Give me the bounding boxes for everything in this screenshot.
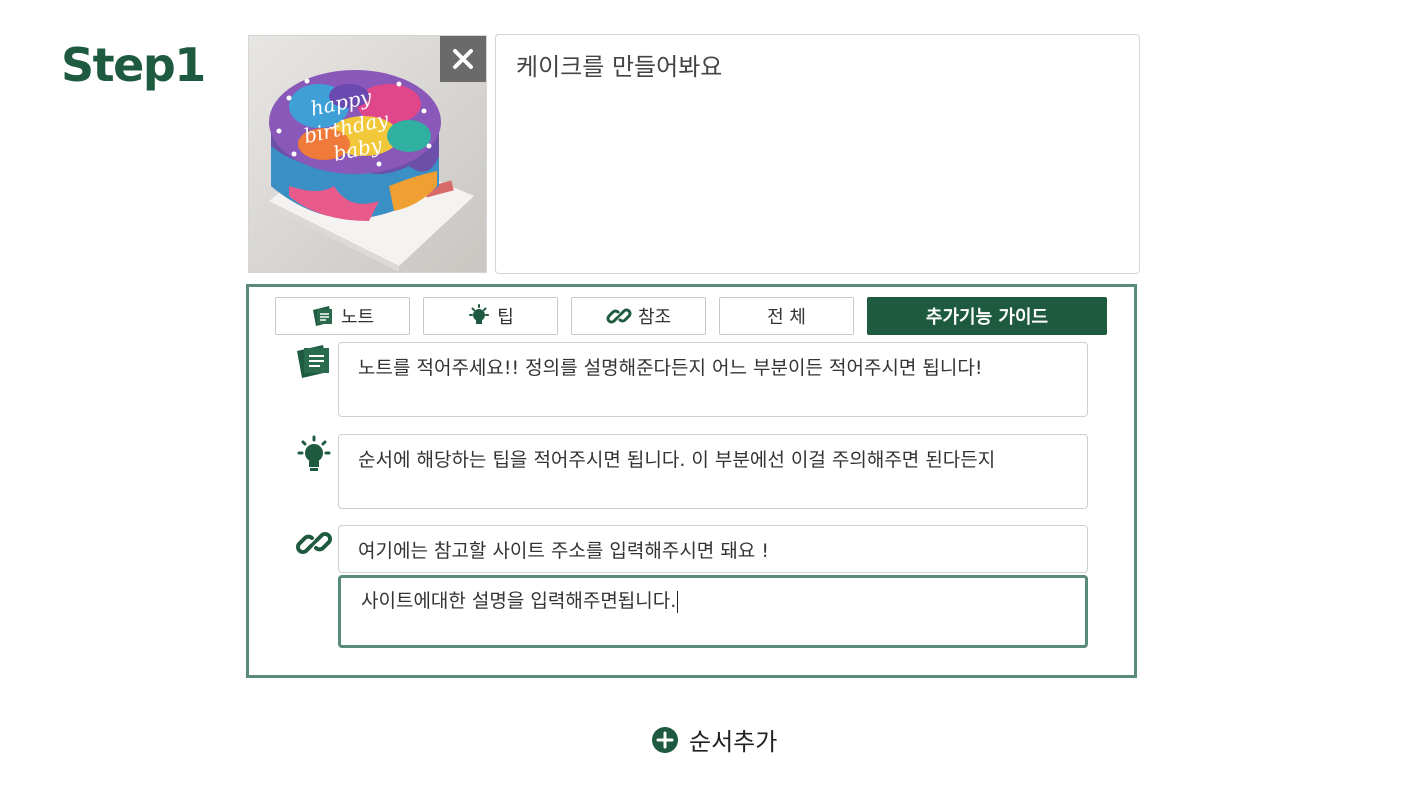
add-step-button[interactable]: 순서추가	[651, 722, 777, 757]
tip-textarea[interactable]: 순서에 해당하는 팁을 적어주시면 됩니다. 이 부분에선 이걸 주의해주면 된…	[338, 434, 1088, 509]
lightbulb-icon	[297, 435, 331, 471]
reference-description-textarea[interactable]: 사이트에대한 설명을 입력해주면됩니다.	[338, 575, 1088, 648]
tab-reference[interactable]: 참조	[571, 297, 706, 335]
add-step-label: 순서추가	[689, 728, 778, 756]
tab-all-label: 전 체	[767, 307, 806, 328]
tab-all[interactable]: 전 체	[719, 297, 854, 335]
tab-reference-label: 참조	[637, 307, 672, 328]
step-description-textarea[interactable]: 케이크를 만들어봐요	[495, 34, 1140, 274]
note-textarea[interactable]: 노트를 적어주세요!! 정의를 설명해준다든지 어느 부분이든 적어주시면 됩니…	[338, 342, 1088, 417]
step-photo[interactable]: happy birthday baby	[248, 35, 487, 273]
tab-note-label: 노트	[340, 307, 375, 328]
photo-remove-button[interactable]	[440, 36, 486, 82]
link-icon	[296, 532, 332, 554]
step-title: Step1	[61, 38, 206, 92]
note-icon	[312, 306, 332, 326]
tab-note[interactable]: 노트	[275, 297, 410, 335]
text-cursor	[677, 590, 679, 613]
plus-circle-icon	[652, 726, 678, 753]
tab-tip-label: 팁	[497, 307, 514, 328]
tab-feature-guide-label: 추가기능 가이드	[925, 307, 1049, 328]
link-icon	[606, 308, 632, 324]
tab-tip[interactable]: 팁	[423, 297, 558, 335]
reference-url-input[interactable]: 여기에는 참고할 사이트 주소를 입력해주시면 돼요 !	[338, 525, 1088, 573]
extra-features-panel: 노트 팁 참조 전 체 추가기능 가이드 노트를 적어주세요!! 정의를 설명해…	[246, 284, 1137, 678]
lightbulb-icon	[469, 304, 490, 324]
close-icon	[453, 49, 473, 69]
note-icon	[297, 345, 329, 378]
reference-description-text: 사이트에대한 설명을 입력해주면됩니다.	[361, 590, 677, 612]
tab-feature-guide[interactable]: 추가기능 가이드	[867, 297, 1107, 335]
